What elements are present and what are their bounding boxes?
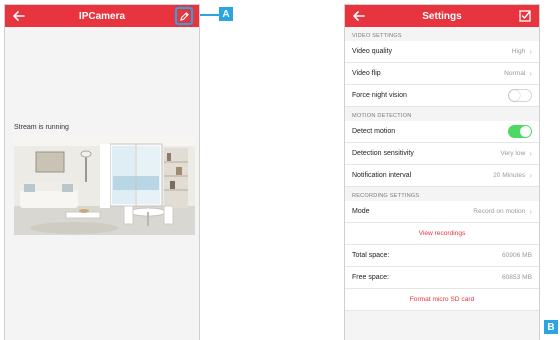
- view-recordings-button[interactable]: View recordings: [345, 223, 539, 245]
- checkbox-check-icon[interactable]: [517, 8, 533, 24]
- pencil-icon: [179, 11, 189, 21]
- chevron-right-icon: ›: [529, 207, 532, 216]
- room-illustration: [14, 134, 195, 235]
- video-quality-value: High: [511, 48, 526, 55]
- notification-interval-row[interactable]: Notification interval 20 Minutes ›: [345, 165, 539, 187]
- video-flip-row[interactable]: Video flip Normal ›: [345, 63, 539, 85]
- video-settings-header: VIDEO SETTINGS: [352, 33, 402, 39]
- callout-a-label: A: [219, 7, 233, 21]
- free-space-label: Free space:: [352, 274, 389, 281]
- force-night-vision-row: Force night vision: [345, 85, 539, 107]
- force-night-vision-toggle[interactable]: [508, 89, 532, 102]
- force-night-vision-label: Force night vision: [352, 92, 407, 99]
- edit-button[interactable]: [175, 7, 193, 25]
- video-quality-label: Video quality: [352, 48, 392, 55]
- notification-interval-label: Notification interval: [352, 172, 412, 179]
- callout-b-label: B: [544, 320, 558, 334]
- chevron-right-icon: ›: [529, 171, 532, 180]
- total-space-value: 60906 MB: [501, 252, 532, 259]
- camera-top-bar: IPCamera: [5, 5, 199, 27]
- callout-a-line: [200, 14, 220, 16]
- detection-sensitivity-value: Very low: [500, 150, 526, 157]
- video-flip-value: Normal: [504, 70, 526, 77]
- settings-screen: Settings VIDEO SETTINGS Video quality Hi…: [344, 4, 540, 340]
- motion-detection-header: MOTION DETECTION: [352, 113, 412, 119]
- detect-motion-row: Detect motion: [345, 121, 539, 143]
- arrow-left-icon[interactable]: [11, 8, 27, 24]
- total-space-row: Total space: 60906 MB: [345, 245, 539, 267]
- settings-top-bar: Settings: [345, 5, 539, 27]
- detect-motion-toggle[interactable]: [508, 125, 532, 138]
- mode-label: Mode: [352, 208, 370, 215]
- notification-interval-value: 20 Minutes: [493, 172, 526, 179]
- total-space-label: Total space:: [352, 252, 390, 259]
- detection-sensitivity-label: Detection sensitivity: [352, 150, 414, 157]
- settings-title: Settings: [422, 10, 462, 22]
- chevron-right-icon: ›: [529, 69, 532, 78]
- detect-motion-label: Detect motion: [352, 128, 396, 135]
- stream-status-text: Stream is running: [14, 124, 69, 131]
- chevron-right-icon: ›: [529, 149, 532, 158]
- camera-screen: IPCamera Stream is running: [4, 4, 200, 340]
- detection-sensitivity-row[interactable]: Detection sensitivity Very low ›: [345, 143, 539, 165]
- mode-value: Record on motion: [473, 208, 526, 215]
- free-space-row: Free space: 60853 MB: [345, 267, 539, 289]
- video-flip-label: Video flip: [352, 70, 381, 77]
- chevron-right-icon: ›: [529, 47, 532, 56]
- video-quality-row[interactable]: Video quality High ›: [345, 41, 539, 63]
- recording-settings-header: RECORDING SETTINGS: [352, 193, 420, 199]
- free-space-value: 60853 MB: [501, 274, 532, 281]
- camera-stream-image[interactable]: [14, 134, 195, 235]
- format-sd-card-button[interactable]: Format micro SD card: [345, 289, 539, 311]
- arrow-left-icon[interactable]: [351, 8, 367, 24]
- mode-row[interactable]: Mode Record on motion ›: [345, 201, 539, 223]
- camera-title: IPCamera: [78, 10, 126, 22]
